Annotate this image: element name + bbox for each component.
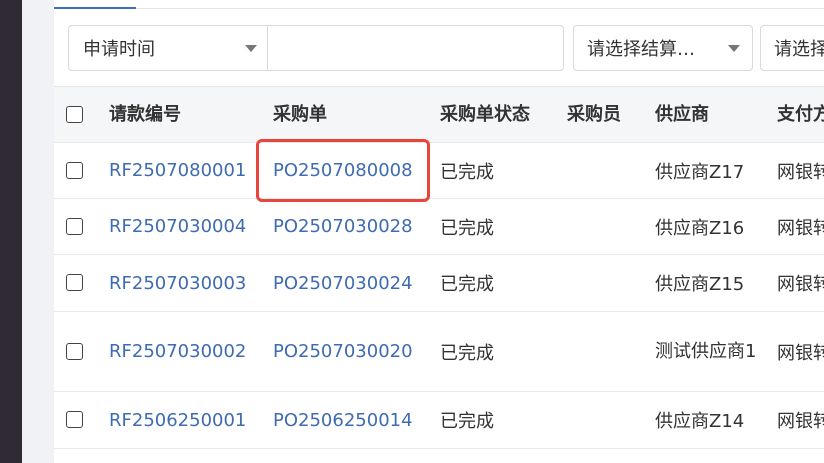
sidebar-edge	[0, 0, 22, 463]
supplier-name: 测试供应商1	[655, 340, 757, 362]
po-status: 已完成	[440, 161, 494, 183]
po-link[interactable]: PO2507030024	[273, 255, 413, 311]
supplier-name: 供应商Z15	[655, 274, 745, 295]
table-row[interactable]: RF2507080001 PO2507080008 已完成 供应商Z17 网银转…	[54, 143, 824, 199]
chevron-down-icon	[245, 45, 257, 52]
po-status: 已完成	[440, 274, 494, 295]
request-no-link[interactable]: RF2507030002	[109, 312, 246, 391]
content-gutter	[22, 0, 54, 463]
request-no-link[interactable]: RF2507030004	[109, 199, 246, 254]
date-type-label: 申请时间	[83, 39, 155, 60]
po-link[interactable]: PO2507030028	[273, 199, 413, 254]
main-panel: 申请时间 请选择结算… 请选择 请款编号 采购单 采购单状态 采购员 供应商 支…	[54, 0, 824, 463]
column-header-request-no: 请款编号	[109, 104, 181, 125]
column-header-po-status: 采购单状态	[440, 104, 530, 125]
chevron-down-icon	[728, 45, 740, 52]
column-header-supplier: 供应商	[655, 104, 709, 125]
column-header-payment: 支付方式	[777, 104, 824, 125]
po-status: 已完成	[440, 411, 494, 432]
table-row[interactable]: RF2507030002 PO2507030020 已完成 测试供应商1 网银转…	[54, 312, 824, 392]
po-link[interactable]: PO2506250014	[273, 392, 413, 448]
settlement-select[interactable]: 请选择结算…	[573, 25, 753, 71]
payment-request-table: 请款编号 采购单 采购单状态 采购员 供应商 支付方式 RF2507080001…	[54, 86, 824, 449]
request-no-link[interactable]: RF2507030003	[109, 255, 246, 311]
payment-method: 网银转账	[777, 217, 824, 239]
date-range-filter: 申请时间	[68, 25, 564, 71]
table-row[interactable]: RF2507030003 PO2507030024 已完成 供应商Z15 网银转…	[54, 255, 824, 312]
tab-divider	[54, 8, 824, 9]
supplier-name: 供应商Z17	[655, 161, 745, 183]
date-range-input[interactable]	[268, 26, 563, 70]
payment-method: 网银转账	[777, 342, 824, 364]
active-tab-indicator	[54, 7, 136, 9]
row-checkbox[interactable]	[66, 411, 83, 428]
table-header: 请款编号 采购单 采购单状态 采购员 供应商 支付方式	[54, 86, 824, 143]
row-checkbox[interactable]	[66, 274, 83, 291]
date-type-select[interactable]: 申请时间	[69, 26, 268, 70]
third-select[interactable]: 请选择	[760, 25, 824, 71]
supplier-name: 供应商Z14	[655, 411, 745, 432]
po-status: 已完成	[440, 342, 494, 364]
request-no-link[interactable]: RF2506250001	[109, 392, 246, 448]
payment-method: 网银转账	[777, 274, 824, 295]
request-no-link[interactable]: RF2507080001	[109, 143, 246, 198]
payment-method: 网银转账	[777, 411, 824, 432]
row-checkbox[interactable]	[66, 162, 83, 179]
third-select-placeholder: 请选择	[774, 39, 824, 60]
table-row[interactable]: RF2507030004 PO2507030028 已完成 供应商Z16 网银转…	[54, 199, 824, 255]
row-checkbox[interactable]	[66, 343, 83, 360]
po-link[interactable]: PO2507030020	[273, 312, 413, 391]
supplier-name: 供应商Z16	[655, 217, 745, 239]
select-all-checkbox[interactable]	[66, 106, 83, 123]
column-header-buyer: 采购员	[567, 104, 621, 125]
row-checkbox[interactable]	[66, 218, 83, 235]
po-link[interactable]: PO2507080008	[273, 143, 413, 198]
po-status: 已完成	[440, 217, 494, 239]
column-header-po: 采购单	[273, 104, 327, 125]
table-row[interactable]: RF2506250001 PO2506250014 已完成 供应商Z14 网银转…	[54, 392, 824, 449]
payment-method: 网银转账	[777, 161, 824, 183]
settlement-placeholder: 请选择结算…	[587, 39, 695, 60]
